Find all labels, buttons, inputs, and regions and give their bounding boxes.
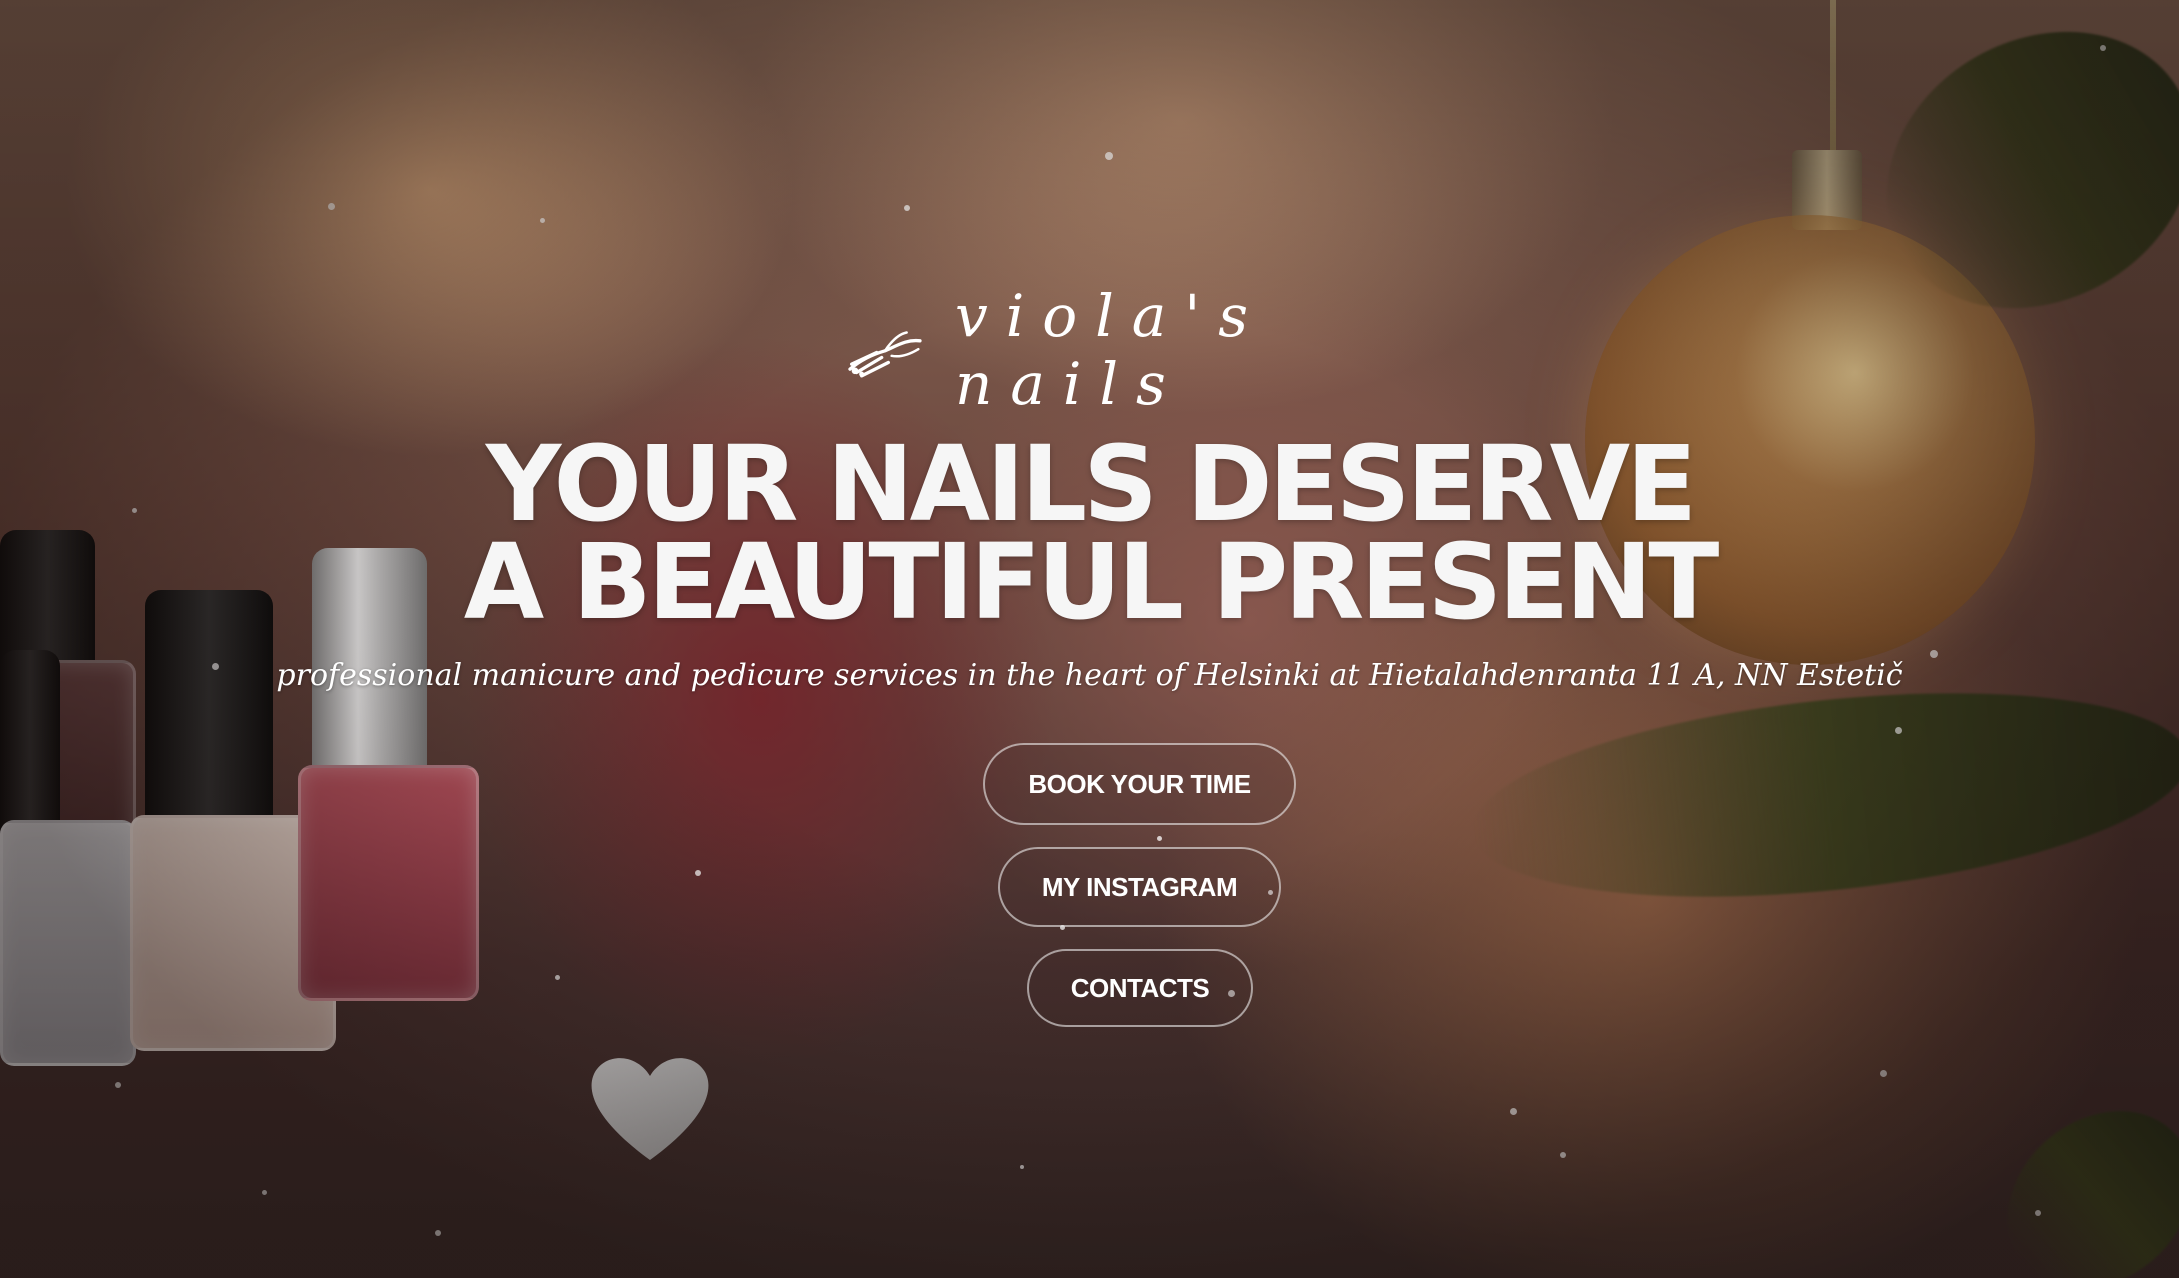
hero-content: viola's nails YOUR NAILS DESERVE A BEAUT… bbox=[0, 0, 2179, 1278]
headline-line-1: YOUR NAILS DESERVE bbox=[485, 423, 1697, 545]
book-your-time-button[interactable]: BOOK YOUR TIME bbox=[983, 743, 1296, 825]
instagram-button[interactable]: MY INSTAGRAM bbox=[998, 847, 1281, 927]
brand-name: viola's nails bbox=[954, 282, 1267, 418]
hero-section: viola's nails YOUR NAILS DESERVE A BEAUT… bbox=[0, 0, 2179, 1278]
hand-nails-icon bbox=[848, 331, 922, 378]
hero-headline: YOUR NAILS DESERVE A BEAUTIFUL PRESENT bbox=[0, 423, 2179, 643]
hero-subtitle: professional manicure and pedicure servi… bbox=[276, 658, 1903, 693]
headline-line-2: A BEAUTIFUL PRESENT bbox=[463, 521, 1720, 643]
contacts-button[interactable]: CONTACTS bbox=[1027, 949, 1253, 1027]
brand-logo[interactable]: viola's nails bbox=[845, 282, 1435, 418]
